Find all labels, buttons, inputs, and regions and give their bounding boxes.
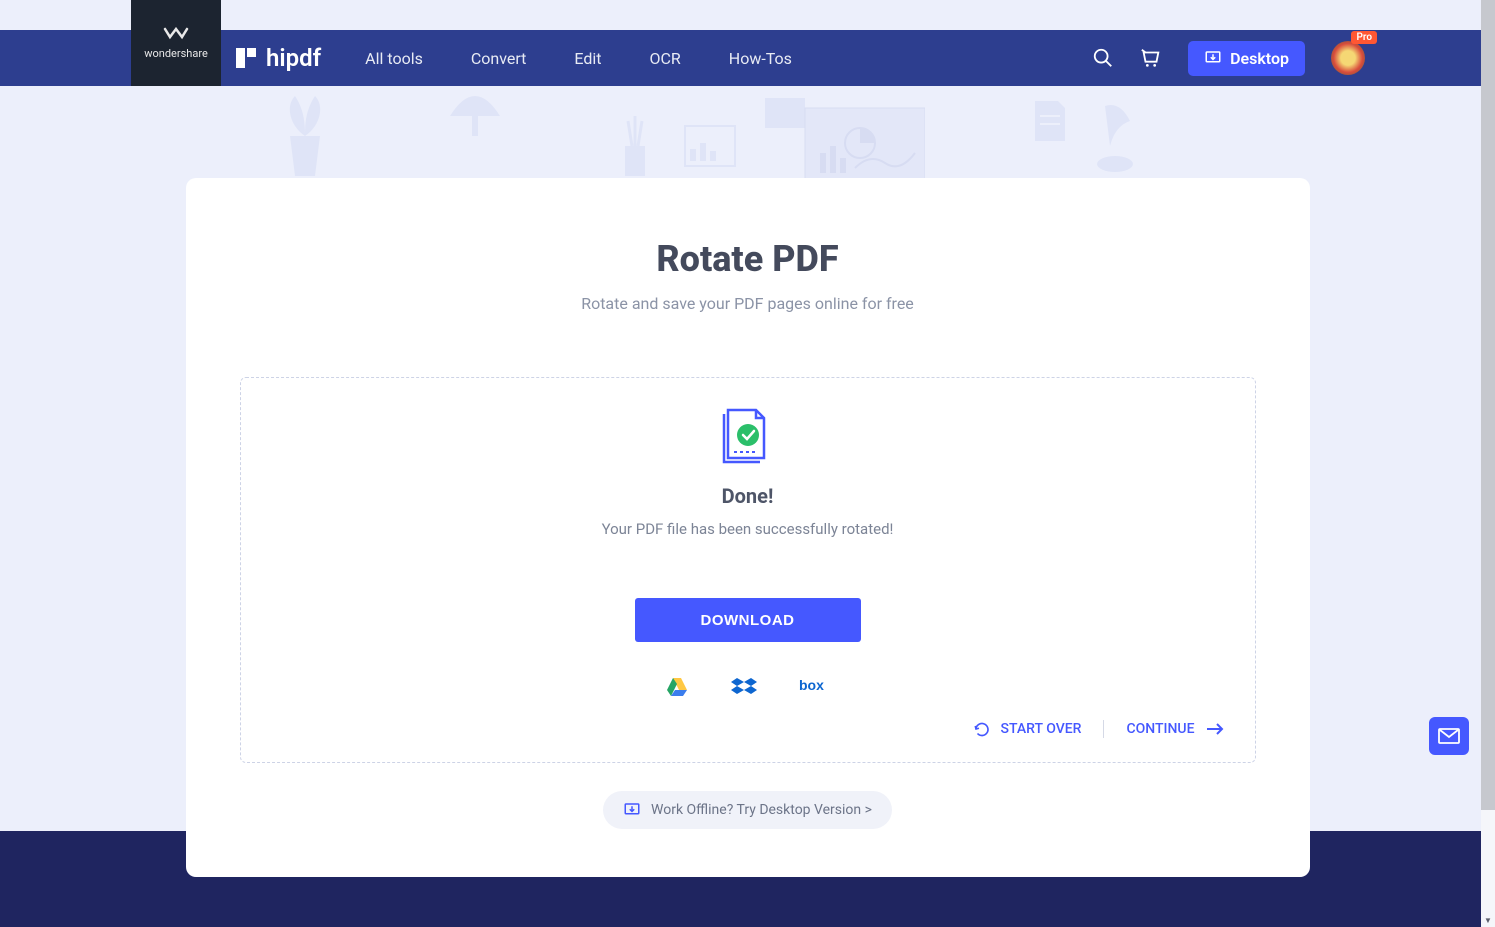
main-card: Rotate PDF Rotate and save your PDF page… <box>186 178 1310 877</box>
cloud-save-row: box <box>241 676 1255 698</box>
page-subtitle: Rotate and save your PDF pages online fo… <box>186 294 1310 313</box>
wondershare-label: wondershare <box>144 47 208 60</box>
scroll-down-icon[interactable]: ▼ <box>1481 916 1495 925</box>
hipdf-icon <box>234 46 258 70</box>
action-divider <box>1103 720 1104 738</box>
nav-all-tools[interactable]: All tools <box>365 49 423 68</box>
scroll-thumb[interactable] <box>1481 0 1495 810</box>
offline-button[interactable]: Work Offline? Try Desktop Version > <box>603 791 892 829</box>
mail-icon <box>1438 728 1460 744</box>
mail-fab[interactable] <box>1429 717 1469 755</box>
lamp-icon <box>440 86 510 136</box>
start-over-label: START OVER <box>1001 721 1082 737</box>
success-file-icon <box>241 402 1255 464</box>
wondershare-logo-box[interactable]: wondershare <box>131 0 221 86</box>
wondershare-icon <box>163 27 189 43</box>
start-over-button[interactable]: START OVER <box>973 720 1082 738</box>
action-row: START OVER CONTINUE <box>241 720 1255 738</box>
search-icon[interactable] <box>1092 47 1114 69</box>
nav-edit[interactable]: Edit <box>574 49 601 68</box>
nav-howtos[interactable]: How-Tos <box>729 49 792 68</box>
quill-icon <box>1090 96 1140 176</box>
done-title: Done! <box>241 484 1255 508</box>
download-button[interactable]: DOWNLOAD <box>635 598 861 642</box>
restart-icon <box>973 720 991 738</box>
dashboard-icon <box>765 98 925 188</box>
pencils-icon <box>610 111 660 181</box>
nav-items: All tools Convert Edit OCR How-Tos <box>365 49 792 68</box>
arrow-right-icon <box>1205 722 1225 736</box>
nav-right: Desktop Pro <box>1092 41 1365 76</box>
result-box: Done! Your PDF file has been successfull… <box>240 377 1256 763</box>
avatar-image <box>1331 41 1365 75</box>
nav-ocr[interactable]: OCR <box>650 49 681 68</box>
plant-icon <box>270 86 340 186</box>
calendar-icon <box>680 121 740 171</box>
brand-logo[interactable]: hipdf <box>234 44 321 72</box>
dropbox-icon[interactable] <box>731 676 757 698</box>
done-message: Your PDF file has been successfully rota… <box>241 520 1255 538</box>
doc-icon <box>1030 96 1070 146</box>
cart-icon[interactable] <box>1140 47 1162 69</box>
top-strip <box>0 0 1495 30</box>
box-icon[interactable]: box <box>799 676 831 694</box>
page-title: Rotate PDF <box>186 238 1310 280</box>
google-drive-icon[interactable] <box>665 676 689 698</box>
brand-name: hipdf <box>266 44 321 72</box>
offline-download-icon <box>623 801 641 819</box>
download-desktop-icon <box>1204 49 1222 67</box>
svg-text:box: box <box>799 677 824 693</box>
avatar[interactable]: Pro <box>1331 41 1365 75</box>
pro-badge: Pro <box>1351 31 1377 44</box>
continue-button[interactable]: CONTINUE <box>1126 721 1224 737</box>
continue-label: CONTINUE <box>1126 721 1194 737</box>
desktop-button[interactable]: Desktop <box>1188 41 1305 76</box>
navbar: hipdf All tools Convert Edit OCR How-Tos… <box>0 30 1495 86</box>
nav-convert[interactable]: Convert <box>471 49 527 68</box>
offline-label: Work Offline? Try Desktop Version > <box>651 802 872 818</box>
desktop-button-label: Desktop <box>1230 49 1289 68</box>
scrollbar[interactable]: ▲ ▼ <box>1481 0 1495 927</box>
